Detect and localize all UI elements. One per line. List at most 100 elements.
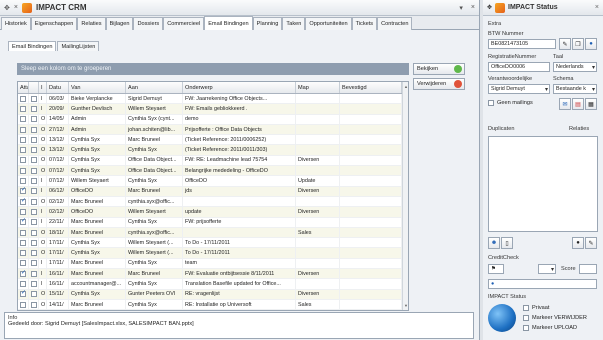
attach-checkbox[interactable] <box>20 208 26 215</box>
pdf-icon[interactable]: ▤ <box>572 98 584 110</box>
markeer-verwijder-checkbox[interactable]: Markeer VERWIJDER <box>523 315 587 321</box>
copy-icon[interactable]: ❐ <box>572 38 584 50</box>
close-icon[interactable]: × <box>471 4 475 11</box>
col-aan[interactable]: Aan <box>126 82 183 93</box>
row-checkbox[interactable] <box>31 239 37 246</box>
col-attach[interactable]: Attach <box>18 82 29 93</box>
tab-eigenschappen[interactable]: Eigenschappen <box>30 17 78 30</box>
settings-icon[interactable]: ● <box>572 237 584 249</box>
row-checkbox[interactable] <box>31 188 37 195</box>
table-row[interactable]: O 13/12/Cynthia Syx Cynthia Syx (Ticket Ref… <box>18 145 408 156</box>
pin-icon[interactable]: ✥ <box>4 4 10 12</box>
row-checkbox[interactable] <box>31 229 37 236</box>
attach-checkbox[interactable] <box>20 239 26 246</box>
table-row[interactable]: I22/11/Marc BruneelCynthia SyxFW: prijso… <box>18 217 408 228</box>
markeer-upload-checkbox[interactable]: Markeer UPLOAD <box>523 325 577 331</box>
attach-checkbox[interactable] <box>20 105 26 112</box>
table-row[interactable]: I 07/12/Willem Steyaert Cynthia Syx OfficeD… <box>18 176 408 187</box>
privaat-checkbox[interactable]: Privaat <box>523 305 549 311</box>
subtab-mailinglijsten[interactable]: MailingLijsten <box>57 41 100 51</box>
page-icon[interactable]: ▯ <box>501 237 513 249</box>
subtab-email-bindingen[interactable]: Email Bindingen <box>8 41 57 51</box>
attach-checkbox[interactable] <box>20 290 26 298</box>
scroll-down-icon[interactable]: ▼ <box>404 303 408 308</box>
credit-info-field[interactable]: ● <box>488 279 597 289</box>
people-icon[interactable]: ☻ <box>488 237 500 249</box>
row-checkbox[interactable] <box>31 116 37 123</box>
attach-checkbox[interactable] <box>20 301 26 308</box>
attach-checkbox[interactable] <box>20 126 26 133</box>
table-row[interactable]: I06/12/OfficeDOMarc BruneeljdsDiversen <box>18 186 408 197</box>
table-row[interactable]: I16/11/Marc BruneelMarc BruneelFW: Evalu… <box>18 269 408 280</box>
close-icon[interactable]: × <box>595 4 599 11</box>
attach-checkbox[interactable] <box>20 269 26 277</box>
attach-checkbox[interactable] <box>20 280 26 287</box>
row-checkbox[interactable] <box>31 147 37 154</box>
attach-checkbox[interactable] <box>20 147 26 154</box>
row-checkbox[interactable] <box>31 167 37 174</box>
attach-checkbox[interactable] <box>20 95 26 102</box>
table-row[interactable]: I 06/03/Bieke Verplancke Sigrid Demuyt FW: … <box>18 94 408 105</box>
tab-commercieel[interactable]: Commercieel <box>163 17 205 30</box>
table-row[interactable]: O 14/11/Marc Bruneel Cynthia Syx RE: Instal… <box>18 299 408 310</box>
col-van[interactable]: Van <box>69 82 126 93</box>
mail-icon[interactable]: ✉ <box>559 98 571 110</box>
attach-checkbox[interactable] <box>20 157 26 164</box>
tab-bijlagen[interactable]: Bijlagen <box>105 17 134 30</box>
row-checkbox[interactable] <box>31 136 37 143</box>
row-checkbox[interactable] <box>31 157 37 164</box>
dropdown-icon[interactable]: ▾ <box>459 4 463 12</box>
table-row[interactable]: O 07/12/Cynthia Syx Office Data Object... F… <box>18 155 408 167</box>
attach-checkbox[interactable] <box>20 116 26 123</box>
row-checkbox[interactable] <box>31 178 37 185</box>
reg-input[interactable]: OfficeDO0006 <box>488 62 550 72</box>
row-checkbox[interactable] <box>31 280 37 287</box>
grid-scrollbar[interactable]: ▲ ▼ <box>402 82 408 310</box>
row-checkbox[interactable] <box>31 126 37 133</box>
checkbox-box[interactable] <box>523 325 529 331</box>
edit-icon[interactable]: ✎ <box>559 38 571 50</box>
attach-checkbox[interactable] <box>20 260 26 267</box>
grid-icon[interactable]: ▦ <box>585 98 597 110</box>
attach-checkbox[interactable] <box>20 197 26 205</box>
row-checkbox[interactable] <box>31 219 37 226</box>
table-row[interactable]: O 17/11/Cynthia Syx Willem Steyaert (... To… <box>18 248 408 259</box>
bekijken-button[interactable]: Bekijken <box>413 63 465 75</box>
info-icon[interactable]: ● <box>585 38 597 50</box>
tab-relaties[interactable]: Relaties <box>77 17 106 30</box>
tab-email-bindingen[interactable]: Email Bindingen <box>204 16 253 30</box>
table-row[interactable]: O 07/12/Cynthia Syx Office Data Object... B… <box>18 166 408 177</box>
tab-contracten[interactable]: Contracten <box>377 17 413 30</box>
col-onderwerp[interactable]: Onderwerp <box>183 82 296 93</box>
tab-opportuniteiten[interactable]: Opportuniteiten <box>305 17 352 30</box>
table-row[interactable]: O15/11/Cynthia SyxGunter Peeters OVIRE: … <box>18 289 408 300</box>
table-row[interactable]: O 17/11/Cynthia Syx Willem Steyaert (... To… <box>18 238 408 249</box>
attach-checkbox[interactable] <box>20 136 26 143</box>
close-small-icon[interactable]: × <box>14 4 18 11</box>
table-row[interactable]: I 17/11/Marc Bruneel Cynthia Syx team <box>18 258 408 270</box>
table-row[interactable]: I 20/09/Gunther Devlisch Willem Steyaert FW… <box>18 104 408 115</box>
taal-select[interactable]: Nederlands <box>553 62 597 72</box>
tab-historiek[interactable]: Historiek <box>1 17 31 30</box>
tab-dossiers[interactable]: Dossiers <box>133 17 164 30</box>
pin-icon[interactable]: ✥ <box>487 4 492 11</box>
attach-checkbox[interactable] <box>20 250 26 257</box>
table-row[interactable]: O02/12/Marc Bruneelcynthia.syx@offic... <box>18 196 408 208</box>
table-row[interactable]: O 27/12/Admin johan.schiten@lib... Prijsoff… <box>18 124 408 136</box>
tab-planning[interactable]: Planning <box>252 17 283 30</box>
col-map[interactable]: Map <box>296 82 340 93</box>
group-by-bar[interactable]: Sleep een kolom om te groeperen <box>17 63 409 75</box>
duplicaten-list[interactable] <box>488 136 598 232</box>
verwijderen-button[interactable]: Verwijderen <box>413 78 465 90</box>
scroll-up-icon[interactable]: ▲ <box>404 84 408 89</box>
row-checkbox[interactable] <box>31 95 37 102</box>
attach-checkbox[interactable] <box>20 187 26 195</box>
tab-tickets[interactable]: Tickets <box>351 17 378 30</box>
col-datum[interactable]: Datu <box>47 82 69 93</box>
row-checkbox[interactable] <box>31 250 37 257</box>
attach-checkbox[interactable] <box>20 167 26 174</box>
row-checkbox[interactable] <box>31 301 37 308</box>
table-row[interactable]: O 18/11/Marc Bruneel cynthia.syx@offic... S… <box>18 227 408 239</box>
checkbox-box[interactable] <box>523 305 529 311</box>
geen-mailings-checkbox[interactable]: Geen mailings <box>488 100 533 106</box>
